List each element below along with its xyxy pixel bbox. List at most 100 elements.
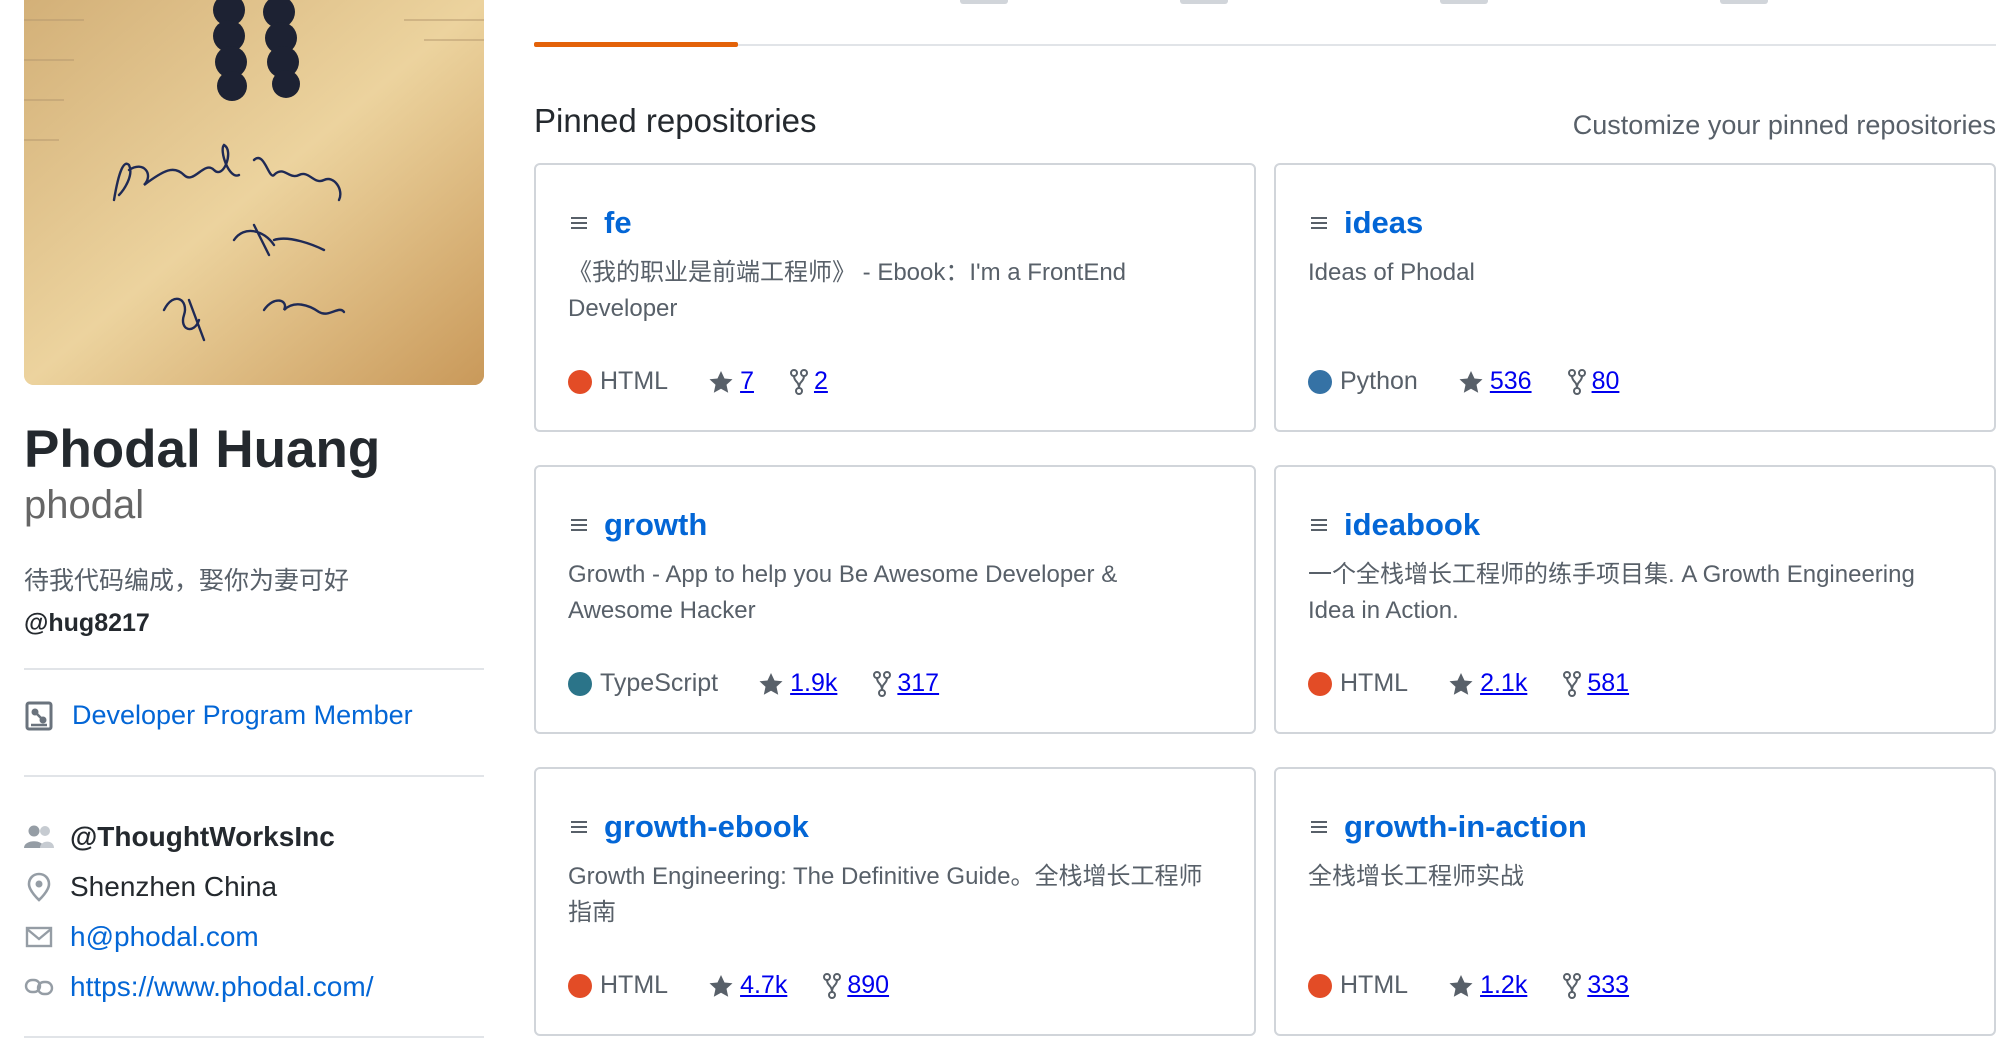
repo-name-link[interactable]: ideabook — [1344, 507, 1480, 543]
repo-forks-count: 890 — [847, 971, 890, 999]
developer-program-link[interactable]: Developer Program Member — [72, 700, 413, 731]
tab-bar-border — [534, 44, 1996, 46]
repo-stars-link[interactable]: 1.9k — [758, 669, 837, 698]
repo-name-link[interactable]: growth — [604, 507, 707, 543]
detail-website: https://www.phodal.com/ — [24, 962, 494, 1012]
repo-language: HTML — [1340, 669, 1409, 697]
repo-forks-link[interactable]: 2 — [789, 367, 828, 396]
profile-bio: 待我代码编成，娶你为妻可好 @hug8217 — [24, 560, 484, 644]
avatar[interactable] — [24, 0, 484, 385]
pinned-repositories-heading: Pinned repositories — [534, 102, 817, 139]
sidebar-divider — [24, 668, 484, 670]
repo-name-link[interactable]: ideas — [1344, 205, 1423, 241]
star-icon — [708, 974, 734, 998]
repo-language: HTML — [1340, 971, 1409, 999]
repo-forks-count: 2 — [813, 367, 828, 395]
repo-icon — [1308, 514, 1330, 536]
repo-description: 全栈增长工程师实战 — [1308, 863, 1524, 890]
repo-meta: Python 536 80 — [1308, 367, 1655, 396]
repo-language: HTML — [600, 367, 669, 395]
pinned-repo-card: ideas Ideas of Phodal Python 536 80 — [1274, 163, 1996, 432]
website-link[interactable]: https://www.phodal.com/ — [70, 971, 373, 1003]
language-color-dot — [568, 973, 592, 998]
repo-meta: HTML 2.1k 581 — [1308, 669, 1665, 698]
pinned-repo-card: growth-ebook Growth Engineering: The Def… — [534, 767, 1256, 1036]
repo-description: 《我的职业是前端工程师》 - Ebook：I'm a FrontEnd Deve… — [568, 259, 1127, 322]
repo-stars-link[interactable]: 7 — [708, 367, 754, 396]
repo-forks-link[interactable]: 80 — [1567, 367, 1620, 396]
repo-stars-count: 4.7k — [740, 971, 788, 999]
developer-badge-icon — [24, 701, 54, 731]
star-icon — [758, 672, 784, 696]
tab-counter-stub — [960, 0, 1008, 4]
repo-stars-count: 536 — [1489, 367, 1532, 395]
repo-forks-link[interactable]: 581 — [1563, 669, 1629, 698]
pinned-repositories-grid: fe 《我的职业是前端工程师》 - Ebook：I'm a FrontEnd D… — [534, 163, 1996, 1036]
profile-names: Phodal Huang phodal — [24, 418, 484, 528]
tab-counter-stub — [1440, 0, 1488, 4]
repo-language: HTML — [600, 971, 669, 999]
repo-forks-link[interactable]: 317 — [873, 669, 939, 698]
profile-bio-handle[interactable]: @hug8217 — [24, 602, 484, 644]
repo-stars-count: 1.9k — [790, 669, 838, 697]
repo-stars-link[interactable]: 4.7k — [708, 971, 787, 1000]
link-icon — [24, 972, 54, 1002]
pinned-repo-card: growth-in-action 全栈增长工程师实战 HTML 1.2k 333 — [1274, 767, 1996, 1036]
repo-forks-count: 581 — [1587, 669, 1630, 697]
star-icon — [708, 370, 734, 394]
profile-full-name: Phodal Huang — [24, 420, 381, 479]
language-color-dot — [1308, 973, 1332, 998]
language-color-dot — [568, 369, 592, 394]
repo-stars-count: 2.1k — [1480, 669, 1528, 697]
language-color-dot — [568, 671, 592, 696]
fork-icon — [1563, 670, 1582, 697]
location-text: Shenzhen China — [70, 871, 278, 902]
repo-language: Python — [1340, 367, 1418, 395]
repo-description: Ideas of Phodal — [1308, 259, 1475, 286]
organization-link[interactable]: @ThoughtWorksInc — [70, 821, 335, 853]
detail-organization: @ThoughtWorksInc — [24, 812, 494, 862]
tab-counter-stub — [1720, 0, 1768, 4]
repo-stars-link[interactable]: 1.2k — [1448, 971, 1527, 1000]
detail-location: Shenzhen China — [24, 862, 494, 912]
repo-language: TypeScript — [600, 669, 719, 697]
repo-name-link[interactable]: growth-ebook — [604, 809, 809, 845]
language-color-dot — [1308, 671, 1332, 696]
fork-icon — [823, 972, 842, 999]
customize-pinned-link[interactable]: Customize your pinned repositories — [1573, 110, 1996, 141]
repo-stars-link[interactable]: 2.1k — [1448, 669, 1527, 698]
pinned-repo-card: fe 《我的职业是前端工程师》 - Ebook：I'm a FrontEnd D… — [534, 163, 1256, 432]
tab-counter-stub — [1180, 0, 1228, 4]
repo-meta: HTML 7 2 — [568, 367, 864, 396]
email-link[interactable]: h@phodal.com — [70, 921, 259, 953]
avatar-image — [24, 0, 484, 385]
repo-icon — [1308, 212, 1330, 234]
detail-email: h@phodal.com — [24, 912, 494, 962]
repo-meta: HTML 1.2k 333 — [1308, 971, 1665, 1000]
repo-icon — [1308, 816, 1330, 838]
repo-stars-count: 1.2k — [1480, 971, 1528, 999]
repo-name-link[interactable]: growth-in-action — [1344, 809, 1587, 845]
star-icon — [1458, 370, 1484, 394]
repo-meta: TypeScript 1.9k 317 — [568, 669, 975, 698]
language-color-dot — [1308, 369, 1332, 394]
pinned-repo-card: growth Growth - App to help you Be Aweso… — [534, 465, 1256, 734]
tab-overview-active-indicator[interactable] — [534, 42, 738, 47]
sidebar-divider — [24, 775, 484, 777]
repo-forks-count: 333 — [1587, 971, 1630, 999]
star-icon — [1448, 672, 1474, 696]
repo-forks-count: 80 — [1591, 367, 1620, 395]
fork-icon — [789, 368, 808, 395]
star-icon — [1448, 974, 1474, 998]
profile-bio-text: 待我代码编成，娶你为妻可好 — [24, 567, 350, 595]
repo-name-link[interactable]: fe — [604, 205, 632, 241]
repo-forks-link[interactable]: 890 — [823, 971, 889, 1000]
profile-details: @ThoughtWorksInc Shenzhen China h@phodal… — [24, 812, 494, 1012]
repo-icon — [568, 514, 590, 536]
developer-badge: Developer Program Member — [24, 700, 413, 731]
mail-icon — [24, 922, 54, 952]
repo-icon — [568, 816, 590, 838]
organization-icon — [24, 822, 54, 852]
repo-stars-link[interactable]: 536 — [1458, 367, 1532, 396]
repo-forks-link[interactable]: 333 — [1563, 971, 1629, 1000]
